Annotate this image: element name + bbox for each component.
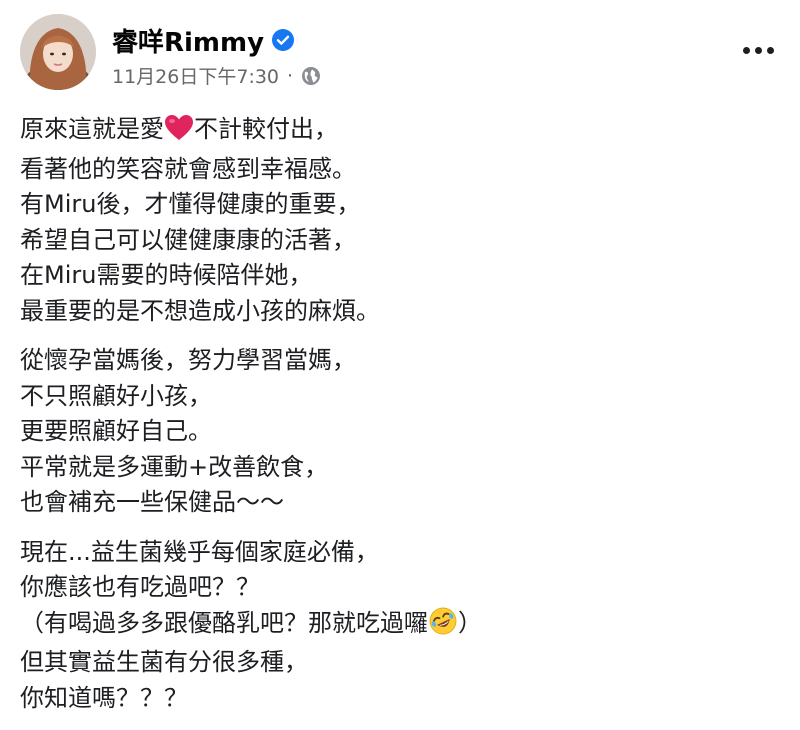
- post-text: ）: [458, 608, 482, 637]
- post-line: 現在...益生菌幾乎每個家庭必備，: [20, 537, 379, 566]
- post-line: 有Miru後，才懂得健康的重要，: [20, 190, 361, 218]
- post-line: 從懷孕當媽後，努力學習當媽，: [20, 346, 356, 374]
- post-line: 最重要的是不想造成小孩的麻煩。: [20, 296, 380, 325]
- more-options-icon: [742, 46, 750, 54]
- paragraph-1: 原來這就是愛 不計較付出， 看著他的笑容就會感到幸福感。 有Miru後，才懂得健康…: [20, 112, 780, 329]
- paragraph-2: 從懷孕當媽後，努力學習當媽， 不只照顧好小孩， 更要照顧好自己。 平常就是多運動…: [20, 343, 780, 521]
- globe-icon[interactable]: [301, 66, 321, 86]
- red-heart-emoji-icon: [165, 115, 193, 152]
- rolling-on-floor-laughing-emoji-icon: [429, 607, 457, 646]
- post-line: 希望自己可以健健康康的活著，: [20, 225, 356, 254]
- post-line: 你知道嗎？？？: [20, 683, 188, 712]
- post-line: 不只照顧好小孩，: [20, 381, 212, 410]
- paragraph-3: 現在...益生菌幾乎每個家庭必備， 你應該也有吃過吧？？ （有喝過多多跟優酪乳吧…: [20, 535, 780, 717]
- post-text: 不計較付出，: [194, 115, 338, 143]
- post-line: （有喝過多多跟優酪乳吧？那就吃過囉 ）: [20, 606, 780, 646]
- avatar-image: [20, 14, 96, 90]
- post-line: 在Miru需要的時候陪伴她，: [20, 261, 313, 289]
- meta-separator: ·: [287, 64, 294, 87]
- post-text: 原來這就是愛: [20, 115, 164, 143]
- post-line: 平常就是多運動+改善飲食，: [20, 452, 329, 481]
- post-line: 但其實益生菌有分很多種，: [20, 648, 308, 676]
- post-text: （有喝過多多跟優酪乳吧？那就吃過囉: [20, 608, 428, 637]
- post-line: 你應該也有吃過吧？？: [20, 573, 260, 601]
- author-name[interactable]: 睿咩Rimmy: [112, 22, 264, 59]
- more-options-icon: [754, 46, 762, 54]
- post-line: 也會補充一些保健品～～: [20, 488, 284, 516]
- author-row: 睿咩Rimmy: [112, 22, 321, 58]
- more-options-icon: [766, 46, 774, 54]
- post-line: 看著他的笑容就會感到幸福感。: [20, 154, 356, 183]
- post-timestamp[interactable]: 11月26日下午7:30: [112, 62, 279, 89]
- post-line: 更要照顧好自己。: [20, 417, 212, 445]
- post-meta: 11月26日下午7:30 ·: [112, 62, 321, 89]
- author-avatar[interactable]: [20, 14, 96, 90]
- post-line: 原來這就是愛 不計較付出，: [20, 112, 780, 152]
- post-header: 睿咩Rimmy 11月26日下午7:30 ·: [0, 0, 800, 100]
- more-options-button[interactable]: [738, 38, 778, 62]
- verified-badge-icon: [272, 29, 295, 51]
- author-block: 睿咩Rimmy 11月26日下午7:30 ·: [112, 22, 321, 89]
- post-body: 原來這就是愛 不計較付出， 看著他的笑容就會感到幸福感。 有Miru後，才懂得健康…: [20, 112, 780, 730]
